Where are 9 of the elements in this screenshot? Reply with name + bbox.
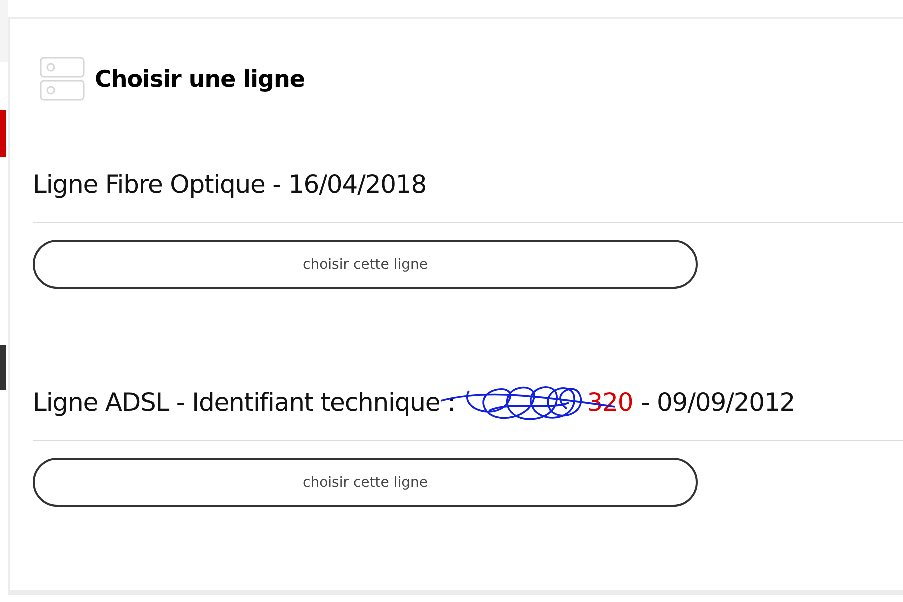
panel-title: Choisir une ligne	[95, 66, 305, 92]
side-marker	[0, 110, 6, 157]
side-marker	[0, 345, 6, 390]
line-date: - 09/09/2012	[641, 387, 796, 419]
line-identifier: 320	[587, 387, 634, 419]
choose-line-button[interactable]: choisir cette ligne	[33, 240, 698, 289]
line-title: Ligne Fibre Optique - 16/04/2018	[33, 169, 427, 201]
server-icon	[40, 57, 85, 102]
choose-line-button[interactable]: choisir cette ligne	[33, 458, 698, 507]
